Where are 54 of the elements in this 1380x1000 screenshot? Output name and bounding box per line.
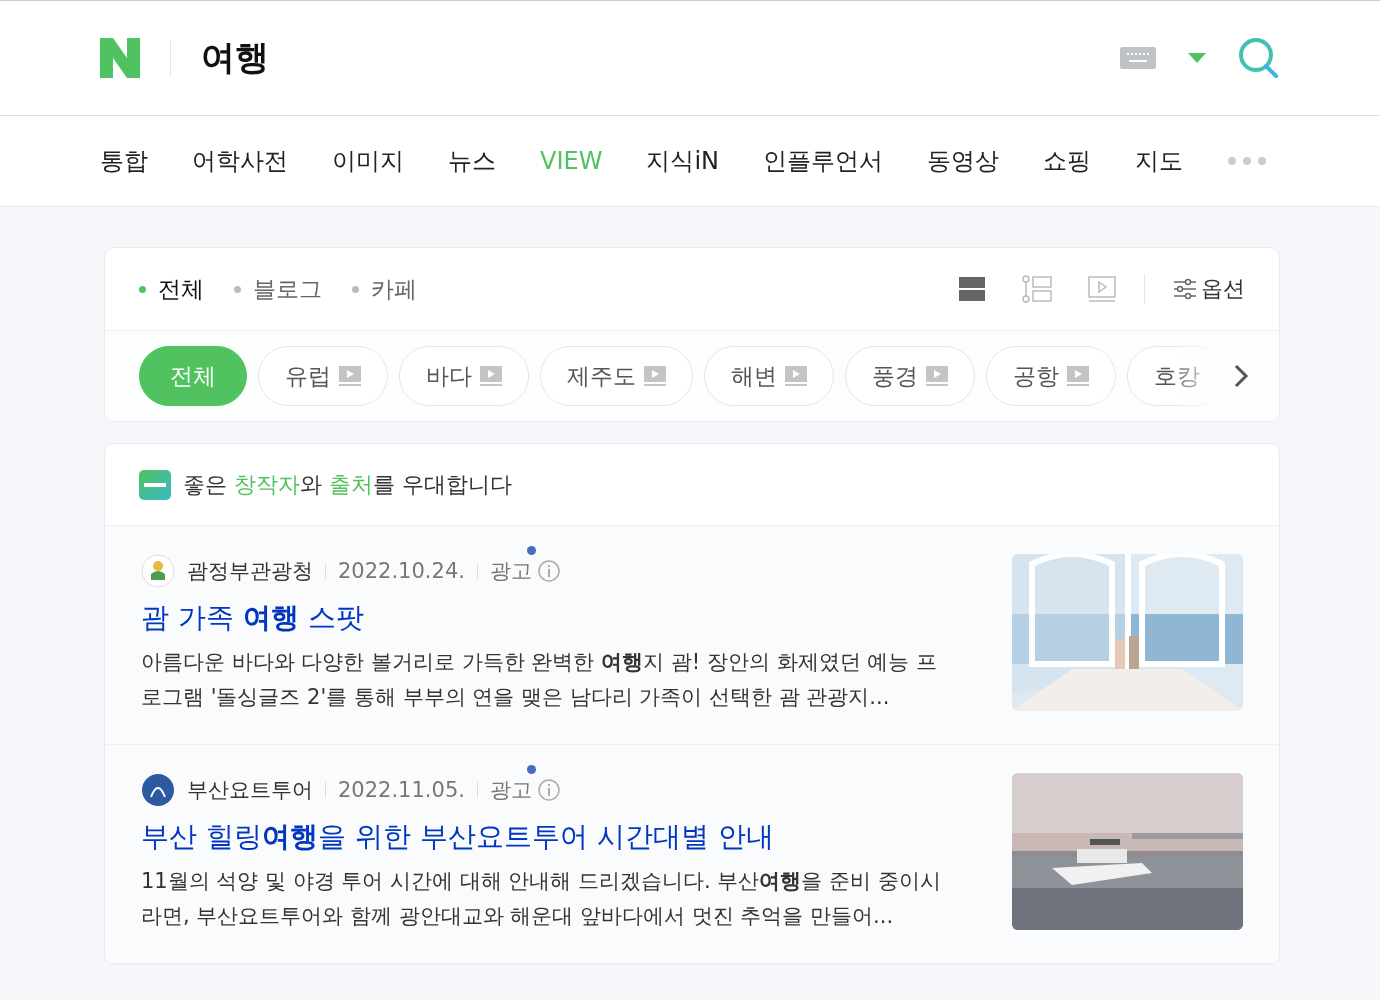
info-icon[interactable] [537, 779, 560, 801]
keyword-chip[interactable]: 바다 [399, 346, 529, 406]
result-title[interactable]: 부산 힐링여행을 위한 부산요트투어 시간대별 안내 [141, 818, 992, 856]
nav-tab[interactable]: 뉴스 [448, 145, 496, 177]
video-icon [480, 366, 502, 386]
keyword-chip[interactable]: 공항 [986, 346, 1116, 406]
keyword-chip[interactable]: 제주도 [540, 346, 693, 406]
nav-tab[interactable]: 인플루언서 [763, 145, 883, 177]
next-arrow-icon[interactable] [1233, 363, 1249, 389]
post-date: 2022.11.05. [338, 778, 465, 802]
nav-tab[interactable]: 지식iN [646, 145, 719, 177]
notice-text: 좋은 창작자와 출처를 우대합니다 [183, 470, 512, 499]
view-badge-icon [139, 469, 171, 500]
view-mode-button[interactable] [958, 275, 986, 303]
keyword-chip[interactable]: 유럽 [258, 346, 388, 406]
thumbnail-list-icon [1022, 275, 1052, 303]
filter-tab[interactable]: 카페 [352, 273, 417, 305]
source-avatar[interactable] [141, 773, 175, 807]
nav-tab[interactable]: 지도 [1135, 145, 1183, 177]
ad-dot [526, 546, 536, 555]
keyboard-icon[interactable] [1120, 47, 1156, 69]
nav-tab[interactable]: 동영상 [927, 145, 999, 177]
video-icon [785, 366, 807, 386]
logo-icon[interactable] [100, 38, 140, 78]
source-name[interactable]: 괌정부관광청 [187, 557, 313, 585]
ad-dot [526, 765, 536, 774]
caret-icon[interactable] [1188, 53, 1206, 63]
keyword-chip[interactable]: 해변 [704, 346, 834, 406]
options-button[interactable]: 옵션 [1144, 274, 1245, 304]
search-icon[interactable] [1238, 37, 1280, 79]
info-icon[interactable] [537, 560, 560, 582]
source-avatar[interactable] [141, 554, 175, 588]
video-icon [926, 366, 948, 386]
result-description: 아름다운 바다와 다양한 볼거리로 가득한 완벽한 여행지 괌! 장안의 화제였던 예능 프로그램 '돌싱글즈 2'를 통해 부부의 연을 맺은 남다리 가족이 선택한 괌 관광지... [141, 649, 938, 711]
more-icon[interactable] [1227, 156, 1267, 166]
result-description: 11월의 석양 및 야경 투어 시간에 대해 안내해 드리겠습니다. 부산여행을 준비 중이시라면, 부산요트투어와 함께 광안대교와 해운대 앞바다에서 멋진 추억을 만들어... [141, 868, 942, 930]
video-icon [339, 366, 361, 386]
result-title[interactable]: 괌 가족 여행 스팟 [141, 599, 992, 637]
ad-label: 광고 [489, 777, 532, 804]
nav-tab[interactable]: 이미지 [332, 145, 404, 177]
list-view-icon [958, 275, 986, 303]
ad-label: 광고 [489, 558, 532, 585]
video-icon [1067, 366, 1089, 386]
nav-tab[interactable]: 어학사전 [192, 145, 288, 177]
post-date: 2022.10.24. [338, 559, 465, 583]
keyword-chip[interactable]: 풍경 [845, 346, 975, 406]
source-name[interactable]: 부산요트투어 [187, 776, 313, 804]
nav-tab[interactable]: 통합 [100, 145, 148, 177]
nav-tab[interactable]: 쇼핑 [1043, 145, 1091, 177]
filter-tab[interactable]: 전체 [139, 273, 204, 305]
video-icon [1088, 275, 1116, 303]
filter-tab[interactable]: 블로그 [234, 273, 322, 305]
sliders-icon [1173, 278, 1197, 300]
video-icon [644, 366, 666, 386]
